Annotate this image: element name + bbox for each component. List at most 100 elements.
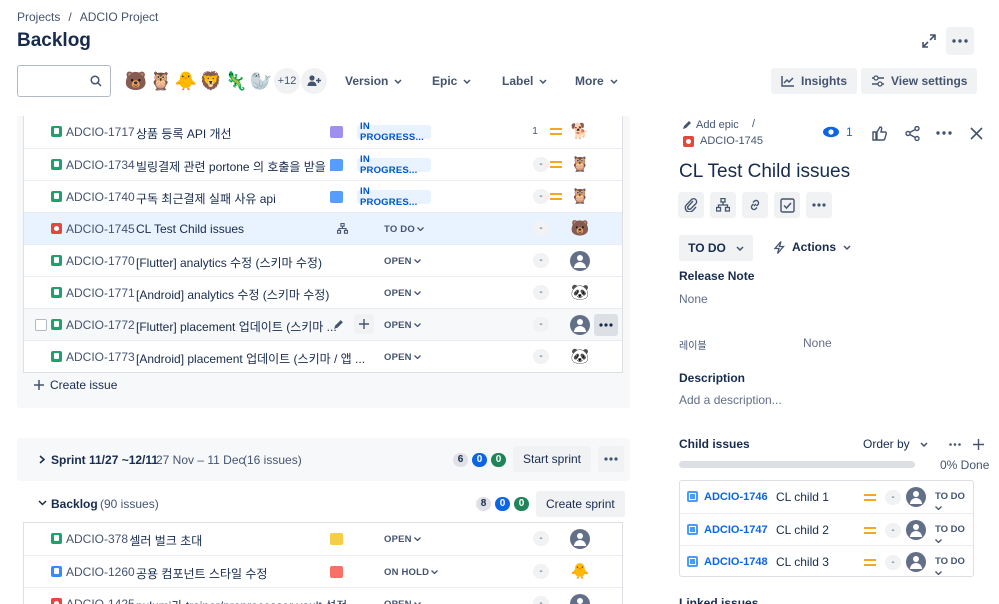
add-child-button[interactable] xyxy=(971,437,985,451)
breadcrumb-project[interactable]: ADCIO Project xyxy=(80,10,159,24)
sprint-more-button[interactable] xyxy=(598,446,624,472)
filter-version[interactable]: Version xyxy=(345,74,402,88)
assignee-avatar[interactable]: 🐼 xyxy=(570,347,590,367)
avatar[interactable]: 🐻 xyxy=(124,69,148,93)
search-input[interactable] xyxy=(17,65,111,97)
assignee-avatar[interactable]: 🐼 xyxy=(570,283,590,303)
issue-row[interactable]: ADCIO-1425pulumi가 trainer/preprocessor v… xyxy=(24,587,622,604)
story-points[interactable]: - xyxy=(533,253,549,268)
more-quick-actions-button[interactable] xyxy=(806,192,832,218)
issue-summary[interactable]: 셀러 벌크 초대 xyxy=(129,532,202,549)
issue-key[interactable]: ADCIO-1425 xyxy=(66,597,135,604)
story-points[interactable]: - xyxy=(533,285,549,300)
status-lozenge[interactable]: OPEN xyxy=(381,597,424,604)
issue-key[interactable]: ADCIO-1771 xyxy=(66,286,135,300)
status-lozenge[interactable]: ON HOLD xyxy=(381,565,441,579)
child-issue-key[interactable]: ADCIO-1747 xyxy=(704,524,768,536)
share-button[interactable] xyxy=(902,123,922,143)
issue-summary[interactable]: 상품 등록 API 개선 xyxy=(136,125,232,142)
backlog-header[interactable]: Backlog (90 issues) 8 0 0 Create sprint xyxy=(17,489,630,519)
issue-row[interactable]: ADCIO-1734 빌링결제 관련 portone 의 호출을 받을 ... IN… xyxy=(24,148,622,180)
filter-epic[interactable]: Epic xyxy=(432,74,471,88)
breadcrumb-projects[interactable]: Projects xyxy=(17,10,60,24)
issue-summary[interactable]: [Flutter] analytics 수정 (스키마 수정) xyxy=(136,254,322,271)
status-dropdown[interactable]: TO DO xyxy=(679,235,753,261)
story-points[interactable]: - xyxy=(533,157,549,172)
status-lozenge[interactable]: OPEN xyxy=(381,286,424,300)
child-issue-row[interactable]: ADCIO-1746 CL child 1 - TO DO xyxy=(680,481,973,513)
fullscreen-button[interactable] xyxy=(915,27,943,55)
unassigned-avatar[interactable] xyxy=(570,251,590,271)
issue-row[interactable]: ADCIO-1770 [Flutter] analytics 수정 (스키마 수정… xyxy=(24,244,622,276)
issue-key-link[interactable]: ADCIO-1745 xyxy=(683,135,763,147)
link-issue-button[interactable] xyxy=(742,192,768,218)
issue-row[interactable]: ADCIO-1740 구독 최근결제 실패 사유 api IN PROGRES...… xyxy=(24,180,622,212)
avatar[interactable]: 🐥 xyxy=(174,69,198,93)
row-more-button[interactable] xyxy=(594,314,618,336)
actions-dropdown[interactable]: Actions xyxy=(774,240,851,254)
avatar-more[interactable]: +12 xyxy=(274,68,300,94)
assignee-avatar[interactable]: 🐥 xyxy=(570,562,590,582)
add-epic-link[interactable]: Add epic xyxy=(682,119,739,131)
issue-row[interactable]: ADCIO-1773 [Android] placement 업데이트 (스키마 … xyxy=(24,340,622,372)
story-points[interactable]: - xyxy=(533,349,549,364)
avatar[interactable]: 🦉 xyxy=(149,69,173,93)
unassigned-avatar[interactable] xyxy=(570,594,590,604)
chevron-down-icon[interactable] xyxy=(38,500,47,506)
add-people-button[interactable] xyxy=(301,68,327,94)
issue-row[interactable]: ADCIO-1260 공용 컴포넌트 스타일 수정 ON HOLD - 🐥 xyxy=(24,555,622,587)
row-checkbox[interactable] xyxy=(35,319,47,331)
story-points[interactable]: - xyxy=(533,317,549,332)
status-lozenge[interactable]: OPEN xyxy=(381,318,424,332)
issue-key[interactable]: ADCIO-1734 xyxy=(66,158,135,172)
unassigned-avatar[interactable] xyxy=(906,552,926,572)
assignee-avatar[interactable]: 🦉 xyxy=(570,187,590,207)
child-issue-key[interactable]: ADCIO-1746 xyxy=(704,491,768,503)
status-lozenge[interactable]: IN PROGRES... xyxy=(357,186,431,208)
chevron-right-icon[interactable] xyxy=(39,455,45,464)
unassigned-avatar[interactable] xyxy=(906,520,926,540)
assignee-avatar[interactable]: 🐕 xyxy=(570,122,590,142)
child-issue-summary[interactable]: CL child 3 xyxy=(776,555,829,569)
child-issue-row[interactable]: ADCIO-1748 CL child 3 - TO DO xyxy=(680,545,973,577)
issue-row[interactable]: ADCIO-1717 상품 등록 API 개선 IN PROGRESS... 1 🐕 xyxy=(24,116,622,148)
issue-summary[interactable]: 공용 컴포넌트 스타일 수정 xyxy=(136,565,267,582)
release-note-value[interactable]: None xyxy=(679,292,708,306)
attach-button[interactable] xyxy=(678,192,704,218)
insights-button[interactable]: Insights xyxy=(771,68,858,94)
issue-summary[interactable]: [Flutter] placement 업데이트 (스키마 ... xyxy=(136,318,337,335)
issue-row[interactable]: ADCIO-378 셀러 벌크 초대 OPEN - xyxy=(24,523,622,555)
close-panel-button[interactable] xyxy=(966,123,986,143)
issue-key[interactable]: ADCIO-1260 xyxy=(66,565,135,579)
start-sprint-button[interactable]: Start sprint xyxy=(513,446,592,472)
filter-label[interactable]: Label xyxy=(502,74,547,88)
watch-button[interactable]: 1 xyxy=(822,125,853,139)
status-lozenge[interactable]: OPEN xyxy=(381,532,424,546)
status-lozenge[interactable]: IN PROGRESS... xyxy=(357,121,431,143)
label-field-value[interactable]: None xyxy=(803,336,832,350)
child-issue-summary[interactable]: CL child 2 xyxy=(776,523,829,537)
description-input[interactable]: Add a description... xyxy=(679,393,782,407)
avatar[interactable]: 🦁 xyxy=(199,69,223,93)
story-points[interactable]: - xyxy=(533,221,549,236)
pencil-icon[interactable] xyxy=(333,319,344,330)
status-lozenge[interactable]: TO DO xyxy=(381,222,427,236)
story-points[interactable]: - xyxy=(533,189,549,204)
child-more-button[interactable] xyxy=(947,437,963,451)
story-points[interactable]: 1 xyxy=(527,124,543,139)
view-settings-button[interactable]: View settings xyxy=(861,68,978,94)
more-actions-button[interactable] xyxy=(946,27,974,55)
issue-row[interactable]: ADCIO-1771 [Android] analytics 수정 (스키마 수정… xyxy=(24,276,622,308)
status-lozenge[interactable]: OPEN xyxy=(381,350,424,364)
issue-summary[interactable]: [Android] analytics 수정 (스키마 수정) xyxy=(136,286,329,303)
story-points[interactable]: - xyxy=(533,531,549,546)
child-status-lozenge[interactable]: TO DO xyxy=(935,524,973,546)
issue-key[interactable]: ADCIO-1770 xyxy=(66,254,135,268)
issue-key[interactable]: ADCIO-1740 xyxy=(66,190,135,204)
assignee-avatar[interactable]: 🦉 xyxy=(570,155,590,175)
issue-key[interactable]: ADCIO-1745 xyxy=(66,222,135,236)
issue-key[interactable]: ADCIO-1772 xyxy=(66,318,135,332)
issue-summary[interactable]: 구독 최근결제 실패 사유 api xyxy=(136,190,276,207)
issue-title[interactable]: CL Test Child issues xyxy=(679,161,850,183)
story-points[interactable]: - xyxy=(533,596,549,604)
